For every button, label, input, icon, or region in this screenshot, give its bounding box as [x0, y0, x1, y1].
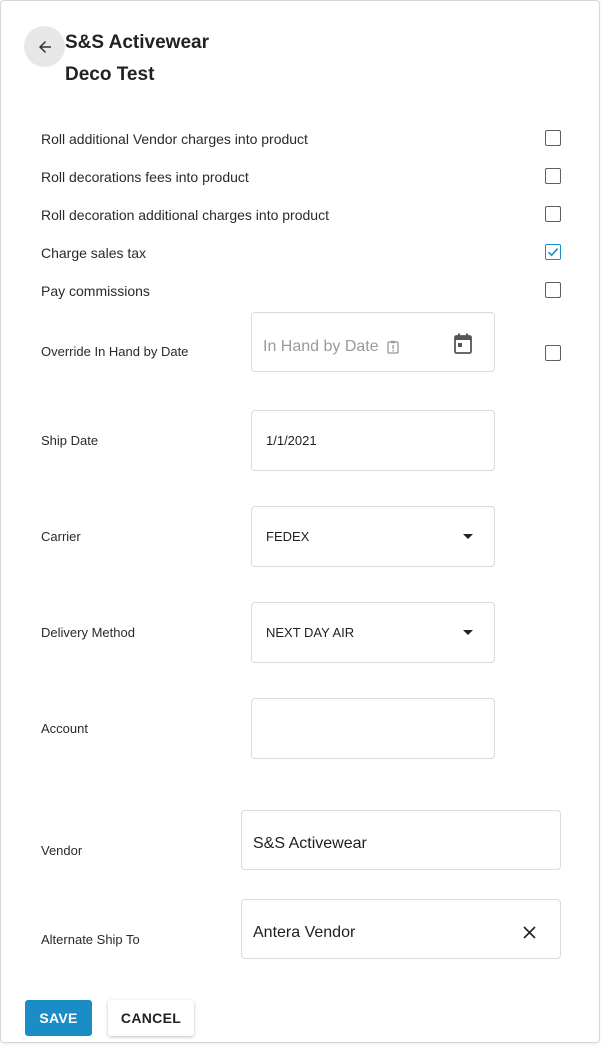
option-label: Roll additional Vendor charges into prod…: [41, 131, 308, 147]
arrow-left-icon: [38, 40, 51, 53]
delivery-method-value: NEXT DAY AIR: [266, 625, 355, 640]
chevron-down-icon: [463, 630, 473, 635]
ship-date-input[interactable]: 1/1/2021: [251, 410, 495, 471]
option-label: Pay commissions: [41, 283, 150, 299]
option-row-charge-sales-tax: Charge sales tax: [41, 241, 561, 265]
pay-commissions-checkbox[interactable]: [545, 282, 561, 298]
ship-date-label: Ship Date: [41, 433, 99, 448]
back-button[interactable]: [24, 26, 65, 67]
ship-date-value: 1/1/2021: [266, 433, 317, 448]
alternate-ship-to-input[interactable]: Antera Vendor: [241, 899, 561, 959]
edit-panel: S&S Activewear Deco Test Roll additional…: [0, 0, 600, 1043]
option-row-roll-decoration-charges: Roll decoration additional charges into …: [41, 203, 561, 227]
option-row-roll-decoration-fees: Roll decorations fees into product: [41, 165, 561, 189]
in-hand-date-input[interactable]: In Hand by Date: [251, 312, 495, 372]
option-label: Roll decorations fees into product: [41, 169, 249, 185]
delivery-method-select[interactable]: NEXT DAY AIR: [251, 602, 495, 663]
page-subtitle: Deco Test: [65, 64, 155, 85]
roll-vendor-charges-checkbox[interactable]: [545, 130, 561, 146]
option-row-pay-commissions: Pay commissions: [41, 279, 561, 303]
roll-decoration-fees-checkbox[interactable]: [545, 168, 561, 184]
calendar-icon[interactable]: [453, 333, 473, 355]
option-row-roll-vendor-charges: Roll additional Vendor charges into prod…: [41, 127, 561, 151]
alternate-ship-to-value: Antera Vendor: [253, 924, 356, 941]
account-label: Account: [41, 721, 88, 736]
vendor-value: S&S Activewear: [253, 835, 367, 852]
delivery-method-label: Delivery Method: [41, 625, 135, 640]
vendor-label: Vendor: [41, 843, 83, 858]
carrier-value: FEDEX: [266, 529, 310, 544]
page-title: S&S Activewear: [65, 32, 209, 53]
chevron-down-icon: [463, 534, 473, 539]
override-in-hand-date-checkbox[interactable]: [545, 345, 561, 361]
option-label: Roll decoration additional charges into …: [41, 207, 329, 223]
carrier-select[interactable]: FEDEX: [251, 506, 495, 567]
save-button[interactable]: SAVE: [25, 1000, 92, 1036]
account-input[interactable]: [251, 698, 495, 759]
alternate-ship-to-label: Alternate Ship To: [41, 932, 140, 947]
clipboard-icon: [387, 340, 399, 354]
carrier-label: Carrier: [41, 529, 81, 544]
charge-sales-tax-checkbox[interactable]: [545, 244, 561, 260]
check-icon: [547, 248, 559, 257]
in-hand-date-placeholder: In Hand by Date: [263, 338, 379, 355]
override-in-hand-date-label: Override In Hand by Date: [41, 344, 189, 359]
close-icon[interactable]: [523, 926, 536, 939]
vendor-input[interactable]: S&S Activewear: [241, 810, 561, 870]
roll-decoration-charges-checkbox[interactable]: [545, 206, 561, 222]
option-label: Charge sales tax: [41, 245, 147, 261]
cancel-button[interactable]: CANCEL: [108, 1000, 194, 1036]
